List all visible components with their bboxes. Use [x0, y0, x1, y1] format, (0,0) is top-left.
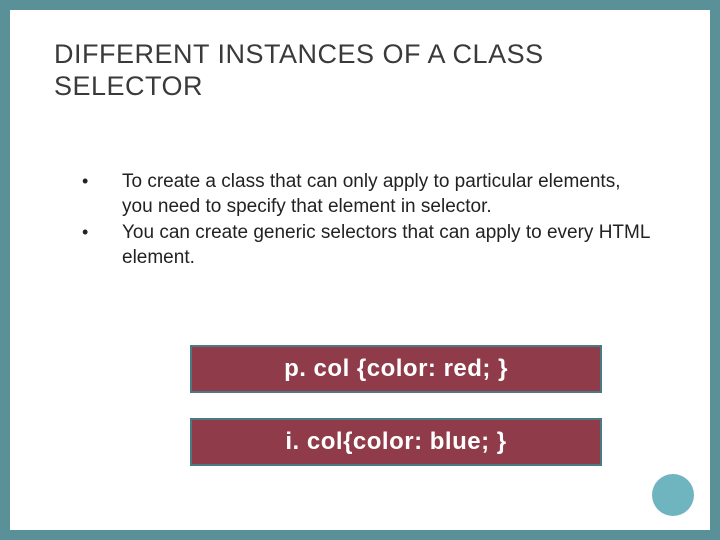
bullet-text: To create a class that can only apply to…: [122, 170, 650, 219]
list-item: • You can create generic selectors that …: [82, 221, 650, 270]
code-example-2: i. col{color: blue; }: [190, 418, 602, 466]
list-item: • To create a class that can only apply …: [82, 170, 650, 219]
bullet-text: You can create generic selectors that ca…: [122, 221, 650, 270]
slide: DIFFERENT INSTANCES OF A CLASS SELECTOR …: [10, 10, 710, 530]
decoration-circle-icon: [652, 474, 694, 516]
bullet-list: • To create a class that can only apply …: [82, 170, 650, 273]
slide-title: DIFFERENT INSTANCES OF A CLASS SELECTOR: [54, 38, 666, 103]
bullet-icon: •: [82, 170, 122, 193]
bullet-icon: •: [82, 221, 122, 244]
code-example-1: p. col {color: red; }: [190, 345, 602, 393]
